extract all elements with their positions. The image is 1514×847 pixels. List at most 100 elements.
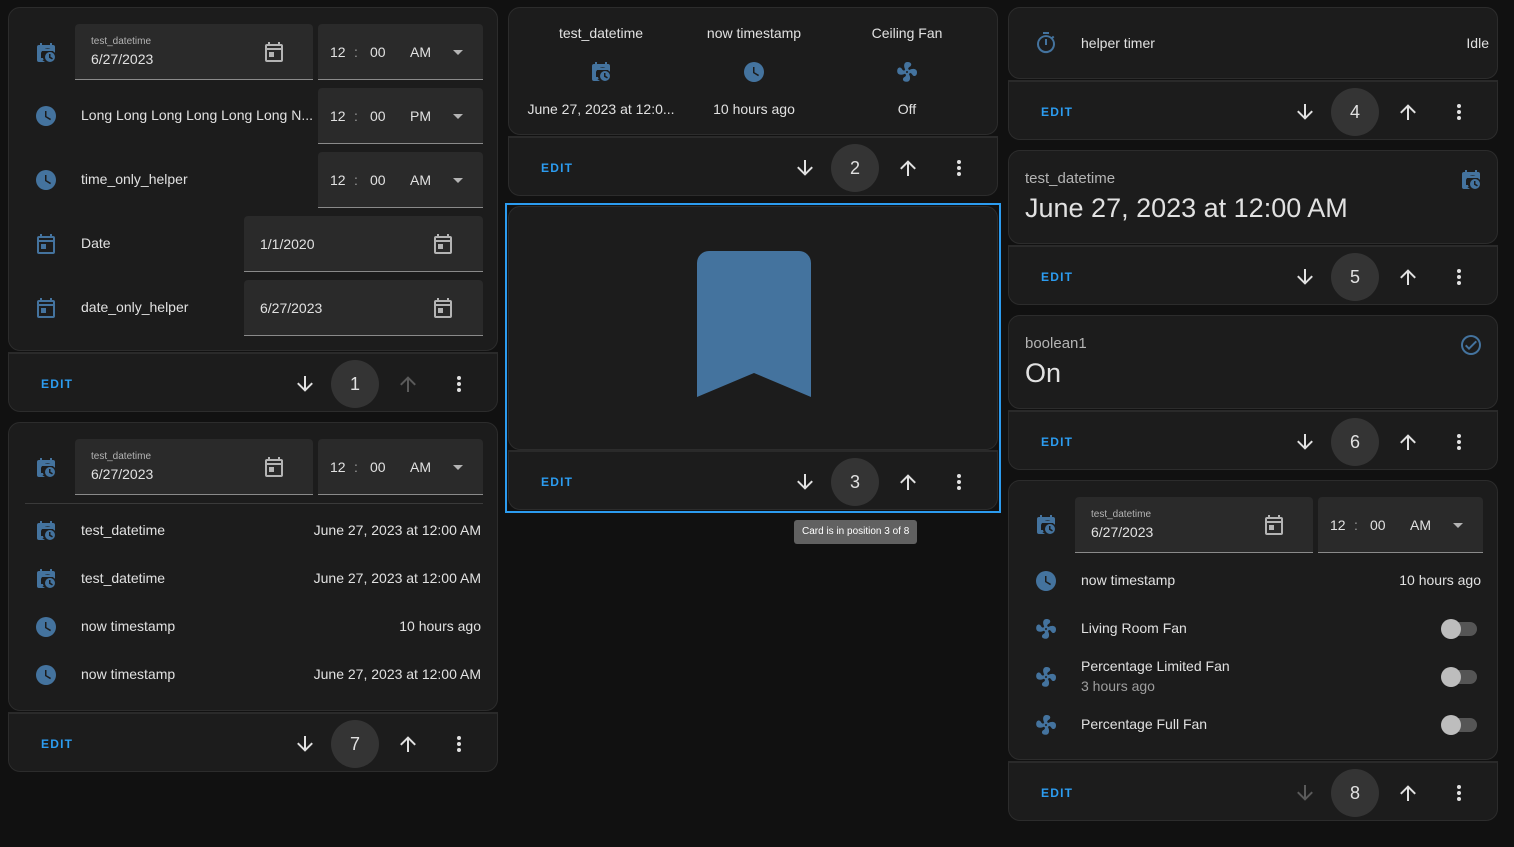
- more-vert-icon[interactable]: [1447, 100, 1471, 124]
- time-field[interactable]: 12 : 00 AM: [1318, 497, 1483, 553]
- row-name[interactable]: test_datetime: [81, 570, 165, 586]
- calendar-icon[interactable]: [431, 296, 455, 320]
- more-vert-icon[interactable]: [1447, 430, 1471, 454]
- check-circle-icon: [1459, 333, 1483, 357]
- arrow-down-icon[interactable]: [293, 732, 317, 756]
- hour-value[interactable]: 12: [330, 459, 346, 475]
- edit-button[interactable]: EDIT: [541, 161, 573, 175]
- glance-item[interactable]: now timestamp 10 hours ago: [674, 8, 834, 136]
- date-field[interactable]: test_datetime 6/27/2023: [75, 24, 313, 80]
- chevron-down-icon[interactable]: [446, 168, 470, 192]
- edit-button[interactable]: EDIT: [41, 737, 73, 751]
- arrow-up-icon[interactable]: [896, 156, 920, 180]
- arrow-down-icon[interactable]: [293, 372, 317, 396]
- row-name[interactable]: now timestamp: [1081, 572, 1175, 588]
- calendar-icon[interactable]: [262, 40, 286, 64]
- position-badge[interactable]: 8: [1331, 769, 1379, 817]
- row-name[interactable]: Living Room Fan: [1081, 620, 1187, 636]
- minute-value[interactable]: 00: [1370, 517, 1386, 533]
- position-badge[interactable]: 5: [1331, 253, 1379, 301]
- more-vert-icon[interactable]: [1447, 781, 1471, 805]
- date-field[interactable]: 6/27/2023: [244, 280, 483, 336]
- entity-card-5[interactable]: test_datetime June 27, 2023 at 12:00 AM: [1008, 150, 1498, 244]
- row-name[interactable]: now timestamp: [81, 618, 175, 634]
- arrow-down-icon[interactable]: [1293, 430, 1317, 454]
- edit-button[interactable]: EDIT: [1041, 786, 1073, 800]
- glance-item[interactable]: test_datetime June 27, 2023 at 12:0...: [521, 8, 681, 136]
- time-field[interactable]: 12 : 00 AM: [318, 152, 483, 208]
- date-field[interactable]: 1/1/2020: [244, 216, 483, 272]
- more-vert-icon[interactable]: [1447, 265, 1471, 289]
- arrow-up-icon[interactable]: [1396, 100, 1420, 124]
- edit-button[interactable]: EDIT: [1041, 270, 1073, 284]
- more-vert-icon[interactable]: [947, 470, 971, 494]
- chevron-down-icon[interactable]: [446, 455, 470, 479]
- row-name[interactable]: time_only_helper: [81, 171, 188, 187]
- time-separator: :: [354, 108, 358, 124]
- chevron-down-icon[interactable]: [446, 104, 470, 128]
- row-name[interactable]: Long Long Long Long Long Long N...: [81, 107, 313, 123]
- arrow-down-icon[interactable]: [793, 156, 817, 180]
- hour-value[interactable]: 12: [330, 108, 346, 124]
- minute-value[interactable]: 00: [370, 108, 386, 124]
- calendar-icon[interactable]: [431, 232, 455, 256]
- row-name[interactable]: Date: [81, 235, 111, 251]
- arrow-up-icon[interactable]: [896, 470, 920, 494]
- more-vert-icon[interactable]: [947, 156, 971, 180]
- calendar-icon[interactable]: [1262, 513, 1286, 537]
- minute-value[interactable]: 00: [370, 459, 386, 475]
- card-edit-footer-4: EDIT 4: [1008, 80, 1498, 140]
- time-field[interactable]: 12 : 00 PM: [318, 88, 483, 144]
- arrow-down-icon[interactable]: [1293, 100, 1317, 124]
- edit-button[interactable]: EDIT: [41, 377, 73, 391]
- position-badge[interactable]: 3: [831, 458, 879, 506]
- chevron-down-icon[interactable]: [446, 40, 470, 64]
- date-field[interactable]: test_datetime 6/27/2023: [1075, 497, 1313, 553]
- row-name[interactable]: Percentage Limited Fan: [1081, 658, 1230, 674]
- entity-name[interactable]: helper timer: [1081, 35, 1155, 51]
- ampm-value[interactable]: AM: [410, 172, 431, 188]
- more-vert-icon[interactable]: [447, 372, 471, 396]
- minute-value[interactable]: 00: [370, 44, 386, 60]
- position-badge[interactable]: 4: [1331, 88, 1379, 136]
- row-name[interactable]: Percentage Full Fan: [1081, 716, 1207, 732]
- ampm-value[interactable]: AM: [1410, 517, 1431, 533]
- minute-value[interactable]: 00: [370, 172, 386, 188]
- arrow-up-icon[interactable]: [1396, 430, 1420, 454]
- placeholder-card-3[interactable]: [508, 206, 998, 450]
- fan-toggle[interactable]: [1441, 619, 1477, 639]
- row-name[interactable]: date_only_helper: [81, 299, 188, 315]
- arrow-down-icon[interactable]: [793, 470, 817, 494]
- ampm-value[interactable]: AM: [410, 44, 431, 60]
- hour-value[interactable]: 12: [1330, 517, 1346, 533]
- arrow-up-icon[interactable]: [1396, 265, 1420, 289]
- time-field[interactable]: 12 : 00 AM: [318, 24, 483, 80]
- arrow-up-icon[interactable]: [396, 732, 420, 756]
- edit-button[interactable]: EDIT: [1041, 435, 1073, 449]
- edit-button[interactable]: EDIT: [1041, 105, 1073, 119]
- more-vert-icon[interactable]: [447, 732, 471, 756]
- ampm-value[interactable]: AM: [410, 459, 431, 475]
- hour-value[interactable]: 12: [330, 172, 346, 188]
- arrow-down-icon[interactable]: [1293, 265, 1317, 289]
- position-badge[interactable]: 1: [331, 360, 379, 408]
- date-field[interactable]: test_datetime 6/27/2023: [75, 439, 313, 495]
- hour-value[interactable]: 12: [330, 44, 346, 60]
- edit-button[interactable]: EDIT: [541, 475, 573, 489]
- row-name[interactable]: test_datetime: [81, 522, 165, 538]
- arrow-up-icon[interactable]: [1396, 781, 1420, 805]
- entity-card-6[interactable]: boolean1 On: [1008, 315, 1498, 409]
- position-badge[interactable]: 6: [1331, 418, 1379, 466]
- glance-item[interactable]: Ceiling Fan Off: [827, 8, 987, 136]
- time-field[interactable]: 12 : 00 AM: [318, 439, 483, 495]
- row-name[interactable]: now timestamp: [81, 666, 175, 682]
- entity-state: On: [1025, 358, 1062, 388]
- row-value: June 27, 2023 at 12:00 AM: [313, 570, 481, 586]
- ampm-value[interactable]: PM: [410, 108, 431, 124]
- position-badge[interactable]: 2: [831, 144, 879, 192]
- calendar-icon[interactable]: [262, 455, 286, 479]
- chevron-down-icon[interactable]: [1446, 513, 1470, 537]
- position-badge[interactable]: 7: [331, 720, 379, 768]
- fan-toggle[interactable]: [1441, 667, 1477, 687]
- fan-toggle[interactable]: [1441, 715, 1477, 735]
